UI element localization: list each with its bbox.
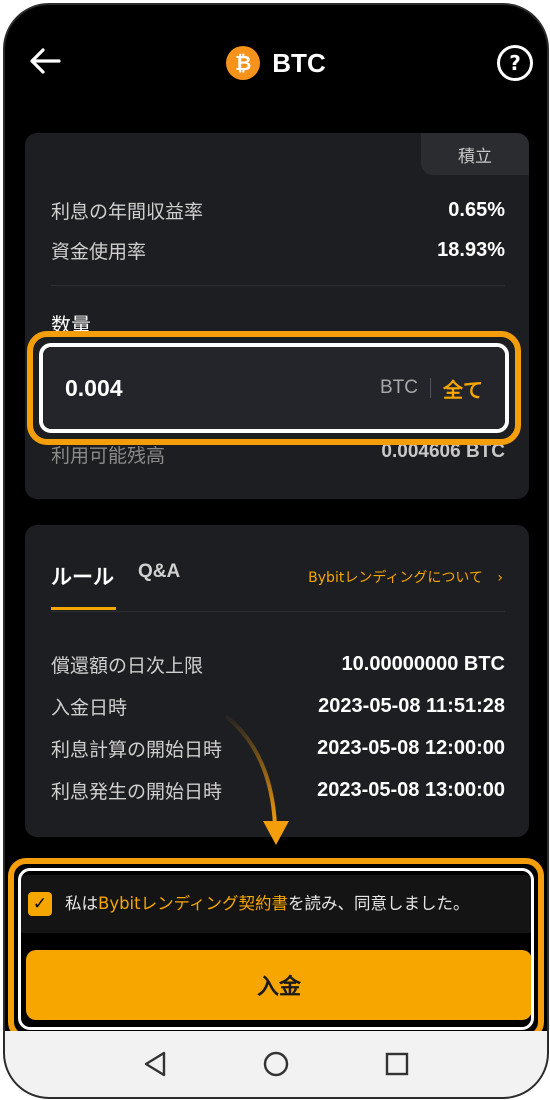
- annual-yield-row: 利息の年間収益率 0.65%: [51, 195, 505, 225]
- info-row-label: 利息発生の開始日時: [51, 780, 223, 803]
- help-icon[interactable]: ?: [497, 45, 533, 81]
- quantity-input-value[interactable]: 0.004: [65, 375, 380, 402]
- nav-back-icon[interactable]: [142, 1050, 168, 1078]
- title-group: ₿ BTC: [5, 43, 547, 83]
- annual-yield-label: 利息の年間収益率: [51, 200, 204, 223]
- about-lending-label[interactable]: Bybitレンディングについて: [308, 570, 483, 586]
- quantity-input-highlight: 0.004 BTC 全て: [27, 331, 521, 445]
- info-row-value: 10.00000000 BTC: [341, 652, 505, 675]
- info-row-value: 2023-05-08 13:00:00: [317, 778, 505, 801]
- phone-screen: ₿ BTC ? 積立 利息の年間収益率 0.65% 資金使用率 18.93% 数…: [3, 3, 549, 1099]
- header: ₿ BTC ?: [5, 5, 547, 115]
- divider: [51, 285, 505, 286]
- nav-home-icon[interactable]: [262, 1050, 290, 1078]
- annual-yield-value: 0.65%: [448, 198, 505, 221]
- tab-rules[interactable]: ルール: [51, 561, 116, 610]
- max-all-button[interactable]: 全て: [443, 374, 483, 403]
- info-row-label: 償還額の日次上限: [51, 654, 204, 677]
- info-row-value: 2023-05-08 11:51:28: [318, 694, 505, 717]
- about-lending-link[interactable]: Bybitレンディングについて ›: [308, 567, 503, 587]
- available-balance-value: 0.004606 BTC: [381, 441, 505, 462]
- savings-tag: 積立: [421, 133, 529, 175]
- unit-separator: [430, 378, 431, 398]
- utilization-row: 資金使用率 18.93%: [51, 235, 505, 265]
- available-balance-row: 利用可能残高 0.004606 BTC: [51, 441, 505, 468]
- tab-qa[interactable]: Q&A: [138, 561, 180, 591]
- page-title: BTC: [272, 47, 326, 78]
- chevron-right-icon: ›: [497, 570, 503, 586]
- system-nav-bar: [5, 1031, 547, 1097]
- utilization-value: 18.93%: [437, 238, 505, 261]
- info-row-value: 2023-05-08 12:00:00: [317, 736, 505, 759]
- info-row-label: 利息計算の開始日時: [51, 738, 223, 761]
- highlight-inner: [18, 868, 534, 1030]
- quantity-unit: BTC: [380, 377, 418, 398]
- quantity-input[interactable]: 0.004 BTC 全て: [43, 347, 505, 429]
- info-tabs: ルール Q&A: [51, 561, 180, 610]
- down-arrow-annotation-icon: [225, 715, 289, 845]
- info-row-label: 入金日時: [51, 696, 128, 719]
- agreement-deposit-highlight: [8, 858, 544, 1040]
- tabs-divider: [51, 611, 505, 612]
- utilization-label: 資金使用率: [51, 240, 147, 263]
- nav-recents-icon[interactable]: [384, 1051, 410, 1077]
- available-balance-label: 利用可能残高: [51, 445, 166, 467]
- info-row: 償還額の日次上限 10.00000000 BTC: [51, 649, 505, 679]
- bitcoin-icon: ₿: [226, 46, 261, 80]
